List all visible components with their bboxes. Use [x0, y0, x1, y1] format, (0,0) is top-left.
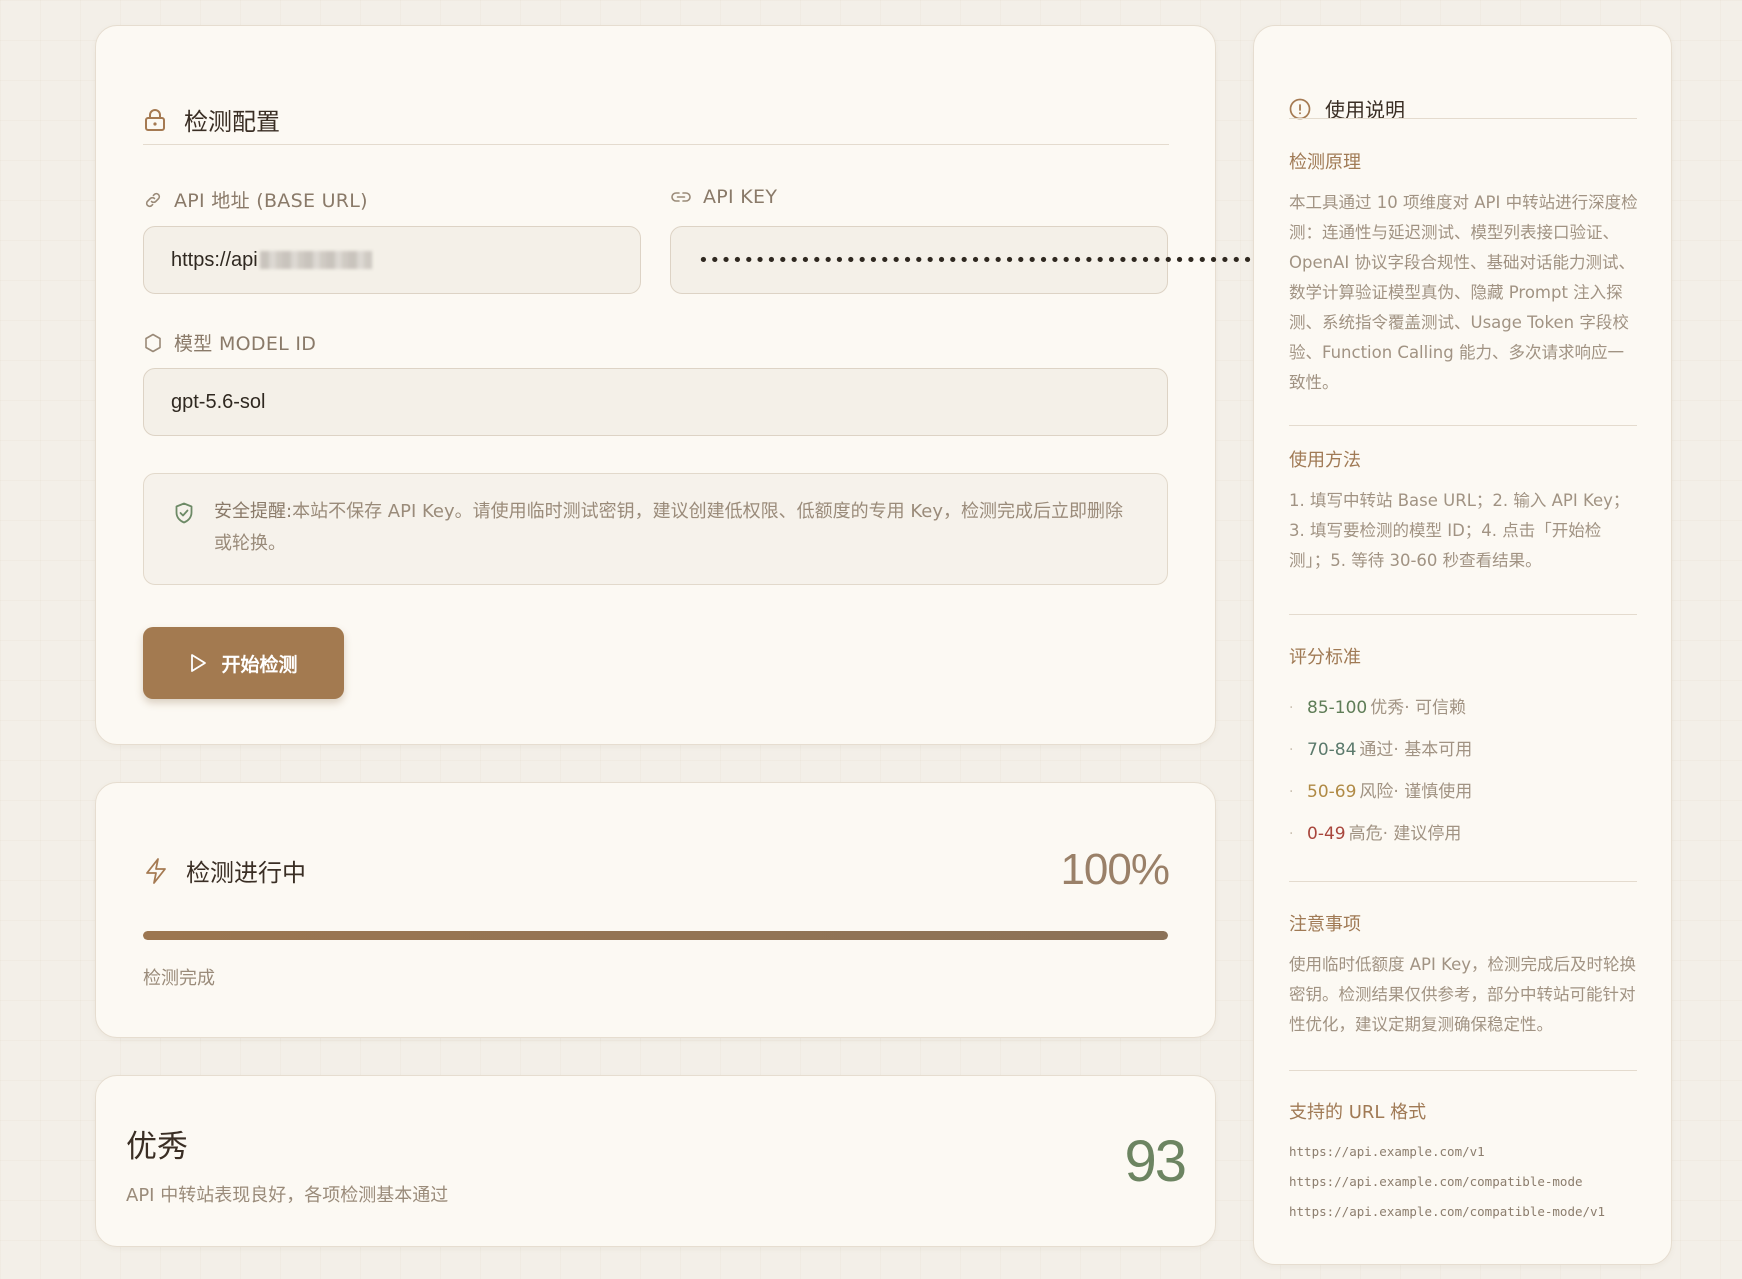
- section-divider: [1289, 1070, 1637, 1071]
- url-format-item: https://api.example.com/v1: [1289, 1144, 1485, 1159]
- chain-link-icon: [671, 190, 691, 204]
- principle-text: 本工具通过 10 项维度对 API 中转站进行深度检测：连通性与延迟测试、模型列…: [1289, 193, 1638, 392]
- url-format-item: https://api.example.com/compatible-mode: [1289, 1174, 1583, 1189]
- scoring-grade: 优秀: [1370, 698, 1405, 718]
- config-header: 检测配置: [144, 102, 280, 137]
- usage-text: 1. 填写中转站 Base URL；2. 输入 API Key；3. 填写要检测…: [1289, 491, 1630, 570]
- security-notice-text: 安全提醒:本站不保存 API Key。请使用临时测试密钥，建议创建低权限、低额度…: [214, 496, 1137, 560]
- url-format-title: 支持的 URL 格式: [1289, 1102, 1427, 1123]
- scoring-title: 评分标准: [1289, 647, 1361, 668]
- usage-title: 使用方法: [1289, 450, 1361, 471]
- progress-bar: [143, 931, 1168, 940]
- progress-card: 检测进行中 100% 检测完成: [95, 782, 1216, 1038]
- result-score: 93: [1124, 1129, 1186, 1194]
- url-format-list: https://api.example.com/v1 https://api.e…: [1289, 1137, 1605, 1227]
- guide-divider: [1289, 118, 1637, 119]
- security-notice-prefix: 安全提醒:: [214, 501, 293, 522]
- scoring-range: 85-100: [1307, 698, 1368, 718]
- api-key-input[interactable]: ••••••••••••••••••••••••••••••••••••••••…: [670, 226, 1314, 294]
- api-key-label: API KEY: [671, 186, 777, 208]
- play-icon: [189, 653, 207, 673]
- scoring-range: 70-84: [1307, 740, 1357, 760]
- progress-status: 检测完成: [143, 968, 215, 989]
- security-notice: 安全提醒:本站不保存 API Key。请使用临时测试密钥，建议创建低权限、低额度…: [143, 473, 1168, 585]
- scoring-item: · 70-84 通过 · 基本可用: [1289, 729, 1472, 771]
- scoring-note: · 建议停用: [1382, 824, 1462, 844]
- model-id-input[interactable]: gpt-5.6-sol: [143, 368, 1168, 436]
- scoring-range: 50-69: [1307, 782, 1357, 802]
- scoring-grade: 风险: [1359, 782, 1394, 802]
- progress-bar-fill: [143, 931, 1168, 940]
- scoring-item: · 50-69 风险 · 谨慎使用: [1289, 771, 1472, 813]
- base-url-input[interactable]: https://api: [143, 226, 641, 294]
- info-icon: [1289, 98, 1311, 120]
- notes-text: 使用临时低额度 API Key，检测完成后及时轮换密钥。检测结果仅供参考，部分中…: [1289, 955, 1637, 1034]
- url-label: API 地址 (BASE URL): [144, 186, 368, 213]
- section-divider: [1289, 614, 1637, 615]
- model-label: 模型 MODEL ID: [144, 329, 316, 356]
- scoring-note: · 谨慎使用: [1393, 782, 1473, 802]
- scoring-note: · 可信赖: [1404, 698, 1467, 718]
- scoring-grade: 高危: [1348, 824, 1383, 844]
- scoring-range: 0-49: [1307, 824, 1346, 844]
- config-card: 检测配置 API 地址 (BASE URL) https://api API K…: [95, 25, 1314, 745]
- base-url-value: https://api: [171, 248, 258, 271]
- scoring-grade: 通过: [1359, 740, 1394, 760]
- result-grade: 优秀: [126, 1129, 188, 1165]
- scoring-item: · 0-49 高危 · 建议停用: [1289, 813, 1472, 855]
- api-key-value: ••••••••••••••••••••••••••••••••••••••••…: [698, 249, 1288, 271]
- principle-title: 检测原理: [1289, 152, 1361, 173]
- hexagon-icon: [144, 333, 162, 353]
- scoring-note: · 基本可用: [1393, 740, 1473, 760]
- link-icon: [144, 191, 162, 209]
- start-detection-button[interactable]: 开始检测: [143, 627, 344, 699]
- progress-header: 检测进行中: [144, 853, 306, 888]
- scoring-item: · 85-100 优秀 · 可信赖: [1289, 687, 1472, 729]
- url-format-item: https://api.example.com/compatible-mode/…: [1289, 1204, 1606, 1219]
- progress-title: 检测进行中: [186, 859, 306, 887]
- shield-check-icon: [174, 502, 194, 524]
- scoring-list: · 85-100 优秀 · 可信赖 · 70-84 通过 · 基本可用 · 50-69 风险 · …: [1289, 687, 1472, 855]
- section-divider: [1289, 425, 1637, 426]
- redacted-mask: [259, 251, 372, 269]
- lock-icon: [144, 108, 166, 132]
- result-card: 优秀 API 中转站表现良好，各项检测基本通过 93: [95, 1075, 1216, 1247]
- guide-card: 使用说明 检测原理 本工具通过 10 项维度对 API 中转站进行深度检测：连通…: [1253, 25, 1672, 1265]
- result-description: API 中转站表现良好，各项检测基本通过: [126, 1185, 449, 1206]
- section-divider: [1289, 881, 1637, 882]
- config-divider: [143, 144, 1169, 145]
- config-title: 检测配置: [184, 108, 280, 136]
- progress-percent: 100%: [1060, 845, 1170, 894]
- model-id-value: gpt-5.6-sol: [171, 390, 266, 413]
- security-notice-body: 本站不保存 API Key。请使用临时测试密钥，建议创建低权限、低额度的专用 K…: [214, 501, 1123, 554]
- notes-title: 注意事项: [1289, 914, 1361, 935]
- lightning-icon: [144, 857, 168, 885]
- start-detection-label: 开始检测: [221, 654, 298, 676]
